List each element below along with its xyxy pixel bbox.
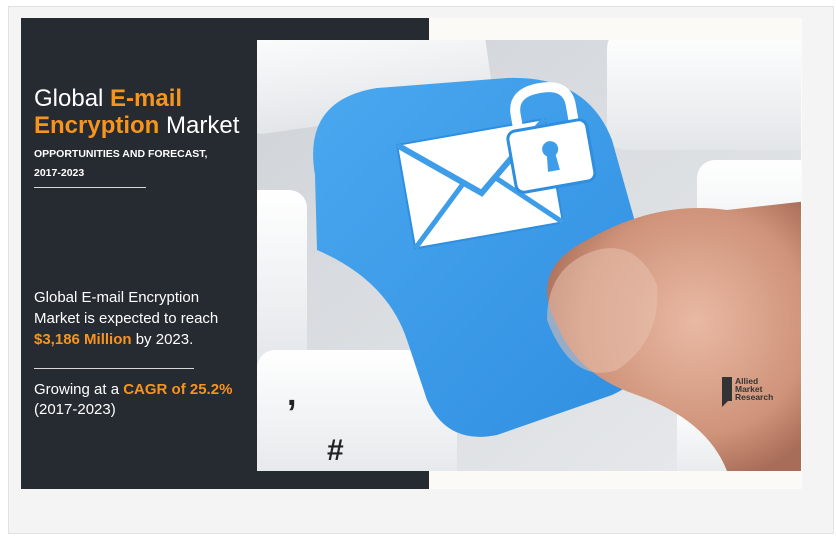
banner-subtitle: OPPORTUNITIES AND FORECAST, 2017-2023	[34, 145, 254, 183]
divider	[34, 368, 194, 369]
description-suffix: by 2023.	[131, 331, 194, 348]
description-line-1: Global E-mail Encryption	[34, 289, 200, 306]
market-description: Global E-mail Encryption Market is expec…	[34, 287, 264, 350]
title-part-encryption: Encryption	[34, 112, 160, 139]
banner-title: Global E-mail Encryption Market	[34, 85, 239, 139]
logo-mark-icon	[722, 377, 732, 407]
svg-text:,: ,	[287, 375, 296, 413]
key	[607, 40, 801, 150]
divider	[34, 187, 146, 188]
market-value: $3,186 Million	[34, 331, 132, 348]
logo-line-3: Research	[735, 392, 774, 402]
subtitle-line-2: 2017-2023	[34, 167, 85, 179]
title-part-global: Global	[34, 85, 111, 112]
allied-market-research-logo: Allied Market Research	[722, 377, 773, 407]
growth-period: (2017-2023)	[34, 401, 116, 418]
title-part-email: E-mail	[110, 85, 183, 112]
description-line-2: Market is expected to reach	[34, 310, 219, 327]
growth-prefix: Growing at a	[34, 381, 124, 398]
subtitle-line-1: OPPORTUNITIES AND FORECAST,	[34, 148, 208, 160]
svg-text:#: #	[327, 434, 344, 467]
growth-statement: Growing at a CAGR of 25.2% (2017-2023)	[34, 380, 264, 420]
keyboard-illustration: # ,	[257, 40, 801, 471]
key	[257, 190, 307, 370]
title-part-market: Market	[159, 112, 240, 139]
keyboard-photo: # ,	[257, 40, 801, 471]
cagr-value: CAGR of 25.2%	[123, 381, 233, 398]
